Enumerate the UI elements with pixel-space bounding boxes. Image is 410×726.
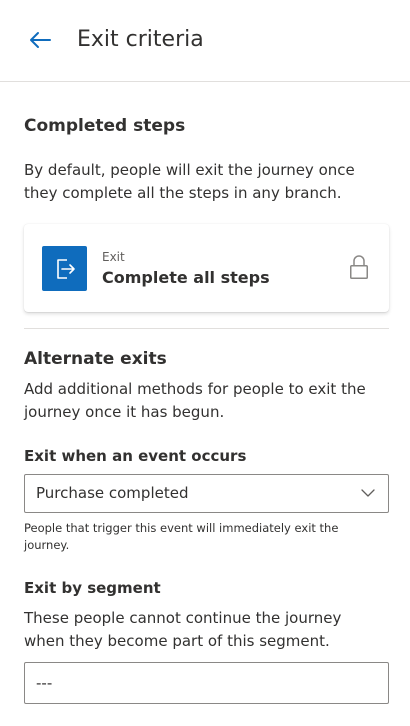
alternate-exits-description: Add additional methods for people to exi… (24, 380, 366, 421)
panel-header: Exit criteria (0, 0, 410, 82)
exit-icon (42, 246, 87, 291)
page-title: Exit criteria (77, 27, 204, 52)
exit-card: Exit Complete all steps (24, 224, 389, 312)
arrow-left-icon (30, 32, 51, 48)
chevron-down-icon (361, 489, 375, 497)
alternate-exits-heading: Alternate exits (24, 349, 167, 369)
section-divider (24, 328, 389, 329)
exit-card-type-label: Exit (102, 250, 125, 264)
event-field-label: Exit when an event occurs (24, 447, 247, 465)
event-help-text: People that trigger this event will imme… (24, 521, 339, 552)
segment-input[interactable] (24, 662, 389, 704)
segment-field-label: Exit by segment (24, 579, 161, 597)
segment-description: These people cannot continue the journey… (24, 609, 342, 650)
exit-card-title: Complete all steps (102, 268, 270, 287)
event-dropdown[interactable]: Purchase completed (24, 474, 389, 513)
completed-steps-description: By default, people will exit the journey… (24, 161, 355, 202)
event-dropdown-value: Purchase completed (36, 484, 189, 502)
completed-steps-heading: Completed steps (24, 116, 186, 136)
back-button[interactable] (24, 24, 56, 56)
lock-icon (350, 255, 368, 279)
